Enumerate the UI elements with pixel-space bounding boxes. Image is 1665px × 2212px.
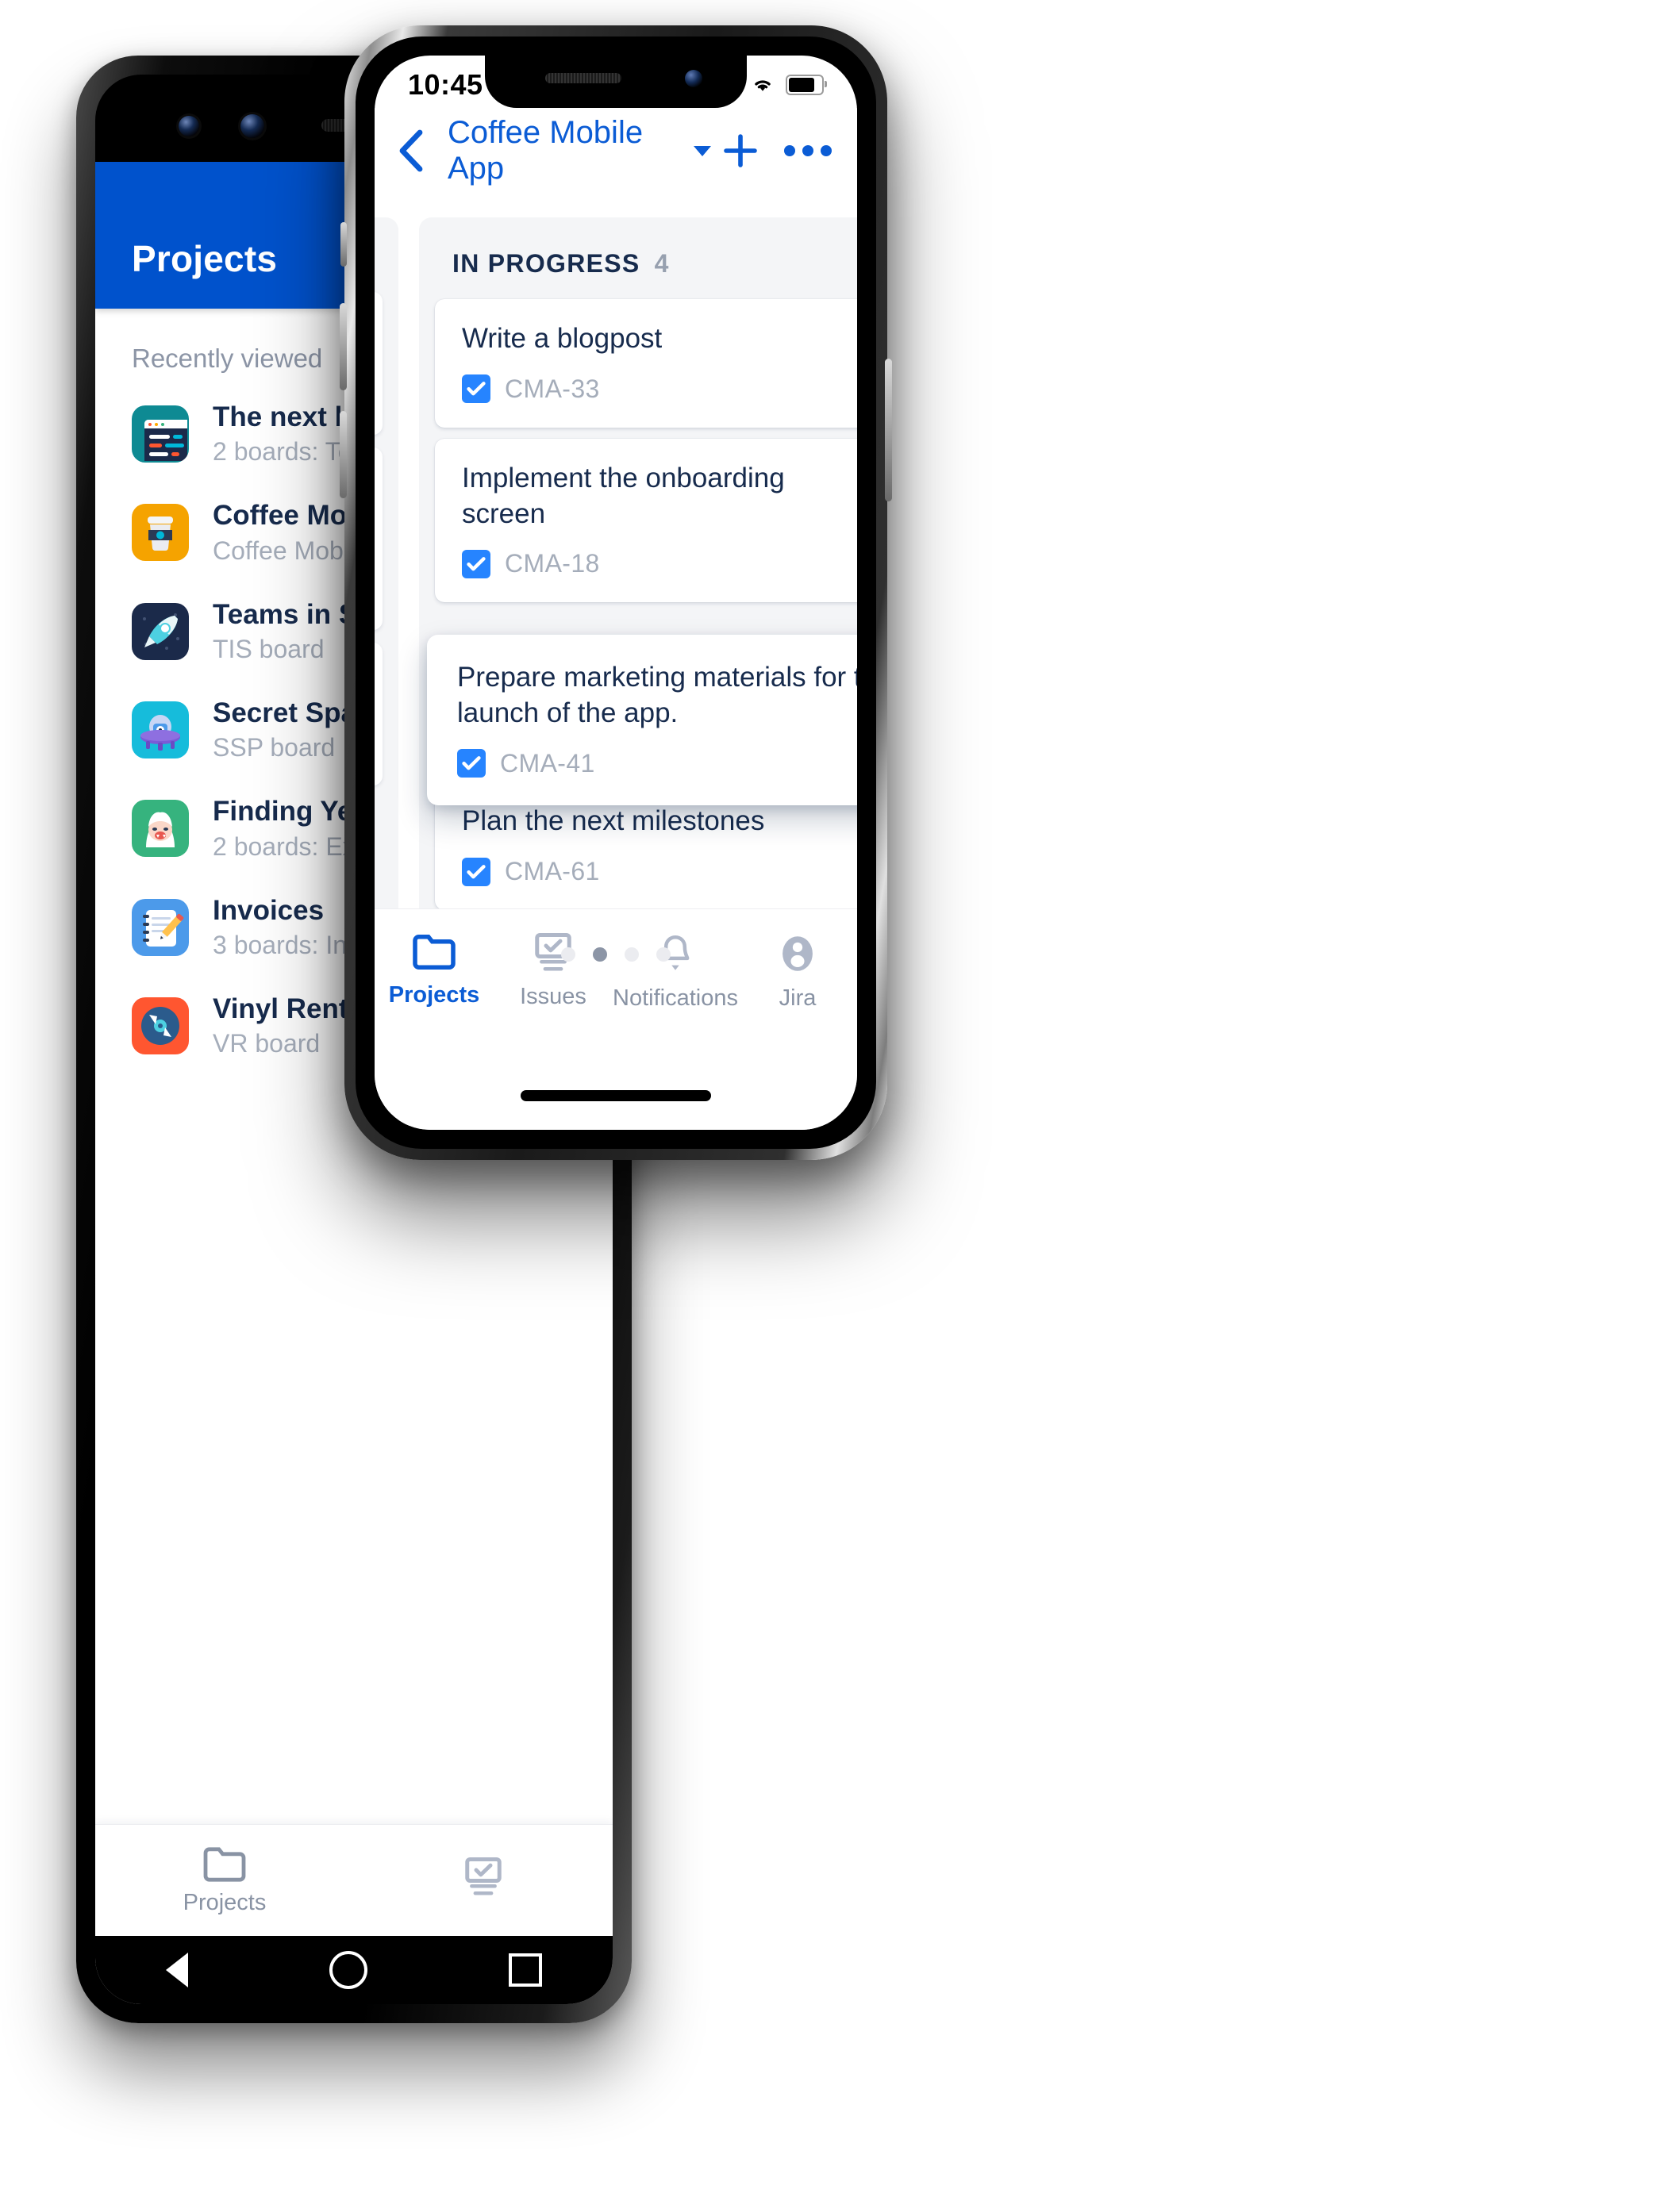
iphone-mute-switch[interactable]	[340, 222, 347, 267]
card-placeholder	[375, 643, 383, 785]
ellipsis-icon	[802, 145, 813, 156]
card-title: Prepare marketing materials for the laun…	[457, 662, 857, 728]
web-icon	[132, 405, 189, 463]
ios-nav-bar: Coffee Mobile App	[375, 108, 857, 194]
chevron-down-icon	[694, 145, 711, 156]
folder-icon	[203, 1846, 246, 1882]
board-card[interactable]: Write a blogpost CMA-33	[435, 299, 857, 428]
front-camera-secondary-icon	[240, 114, 264, 138]
page-title: Coffee Mobile App	[448, 115, 644, 186]
front-camera-icon	[685, 70, 702, 87]
iphone-mockup: 10:45 Coffee Mobile App IN PROGRESS 4 Wr…	[340, 25, 892, 1160]
board-title-dropdown[interactable]: Coffee Mobile App	[448, 115, 711, 186]
back-triangle-icon[interactable]	[166, 1953, 188, 1987]
vinyl-record-icon	[132, 997, 189, 1055]
more-options-button[interactable]	[770, 145, 857, 156]
board-columns: IN PROGRESS 4 Write a blogpost CMA-33 Im…	[375, 217, 857, 933]
android-nav-issues[interactable]	[354, 1857, 613, 1903]
card-meta: CMA-18	[462, 549, 852, 578]
status-bar-clock: 10:45	[408, 68, 483, 101]
tab-jira[interactable]: Jira	[738, 933, 857, 1012]
ios-tab-bar: Projects Issues Notifications Jira	[375, 908, 857, 1130]
ellipsis-icon	[784, 145, 795, 156]
kanban-board[interactable]: IN PROGRESS 4 Write a blogpost CMA-33 Im…	[375, 194, 857, 933]
issues-icon	[465, 1857, 502, 1895]
dragging-board-card[interactable]: Prepare marketing materials for the laun…	[427, 635, 857, 805]
board-column-in-progress[interactable]: IN PROGRESS 4 Write a blogpost CMA-33 Im…	[419, 217, 857, 933]
page-dot[interactable]	[561, 947, 575, 962]
tab-jira-label: Jira	[779, 985, 817, 1011]
iphone-screen: 10:45 Coffee Mobile App IN PROGRESS 4 Wr…	[375, 56, 857, 1130]
home-indicator[interactable]	[521, 1090, 711, 1101]
card-placeholder	[375, 447, 383, 630]
tab-issues-label: Issues	[520, 984, 586, 1009]
coffee-cup-icon	[132, 504, 189, 562]
card-placeholder	[375, 292, 383, 435]
column-name: IN PROGRESS	[452, 249, 640, 278]
battery-icon	[786, 75, 827, 95]
iphone-volume-down-button[interactable]	[340, 411, 347, 498]
card-meta: CMA-61	[462, 857, 852, 886]
iphone-bezel: 10:45 Coffee Mobile App IN PROGRESS 4 Wr…	[356, 36, 876, 1149]
wifi-icon	[755, 80, 771, 91]
plus-icon	[724, 134, 757, 167]
page-dot[interactable]	[656, 947, 671, 962]
home-circle-icon[interactable]	[329, 1951, 367, 1989]
task-checkbox-icon[interactable]	[462, 374, 490, 404]
board-page-indicator[interactable]	[375, 947, 857, 962]
earpiece-speaker-icon	[545, 73, 621, 83]
card-meta: CMA-41	[457, 749, 857, 778]
notepad-pencil-icon	[132, 898, 189, 956]
task-checkbox-icon[interactable]	[462, 549, 490, 578]
page-dot[interactable]	[625, 947, 639, 962]
recents-square-icon[interactable]	[509, 1953, 542, 1987]
card-title: Plan the next milestones	[462, 805, 765, 837]
board-card[interactable]: Implement the onboarding screen CMA-18	[435, 438, 857, 603]
card-issue-key: CMA-61	[505, 857, 600, 886]
column-card-list: Write a blogpost CMA-33 Implement the on…	[419, 299, 857, 933]
front-camera-icon	[179, 116, 199, 136]
tab-projects[interactable]: Projects	[375, 933, 494, 1008]
card-issue-key: CMA-41	[500, 748, 595, 778]
ufo-icon	[132, 701, 189, 759]
tab-notifications-label: Notifications	[613, 985, 738, 1011]
card-title: Implement the onboarding screen	[462, 462, 785, 529]
card-title: Write a blogpost	[462, 323, 663, 354]
tab-projects-label: Projects	[388, 982, 480, 1008]
column-count: 4	[654, 249, 669, 278]
task-checkbox-icon[interactable]	[462, 857, 490, 886]
task-checkbox-icon[interactable]	[457, 749, 486, 778]
column-header: IN PROGRESS 4	[419, 217, 857, 299]
rocket-icon	[132, 602, 189, 660]
chevron-left-icon	[399, 129, 423, 172]
iphone-notch	[485, 56, 747, 108]
tab-notifications[interactable]: Notifications	[613, 933, 738, 1012]
board-column-previous[interactable]	[375, 217, 398, 933]
android-nav-projects-label: Projects	[183, 1889, 267, 1915]
tab-issues[interactable]: Issues	[494, 933, 613, 1010]
card-issue-key: CMA-33	[505, 374, 600, 403]
add-issue-button[interactable]	[711, 133, 770, 168]
page-dot-active[interactable]	[593, 947, 607, 962]
card-meta: CMA-33	[462, 374, 852, 404]
card-issue-key: CMA-18	[505, 549, 600, 578]
android-nav-projects[interactable]: Projects	[95, 1845, 354, 1916]
yeti-icon	[132, 800, 189, 858]
iphone-volume-up-button[interactable]	[340, 303, 347, 390]
iphone-power-button[interactable]	[885, 359, 892, 501]
scene: Projects Recently viewed The next big th…	[0, 0, 1665, 2212]
android-bottom-nav: Projects	[95, 1824, 613, 1936]
android-system-nav-bar	[95, 1936, 613, 2004]
ellipsis-icon	[821, 145, 832, 156]
android-page-title: Projects	[132, 238, 278, 279]
back-button[interactable]	[375, 129, 448, 172]
